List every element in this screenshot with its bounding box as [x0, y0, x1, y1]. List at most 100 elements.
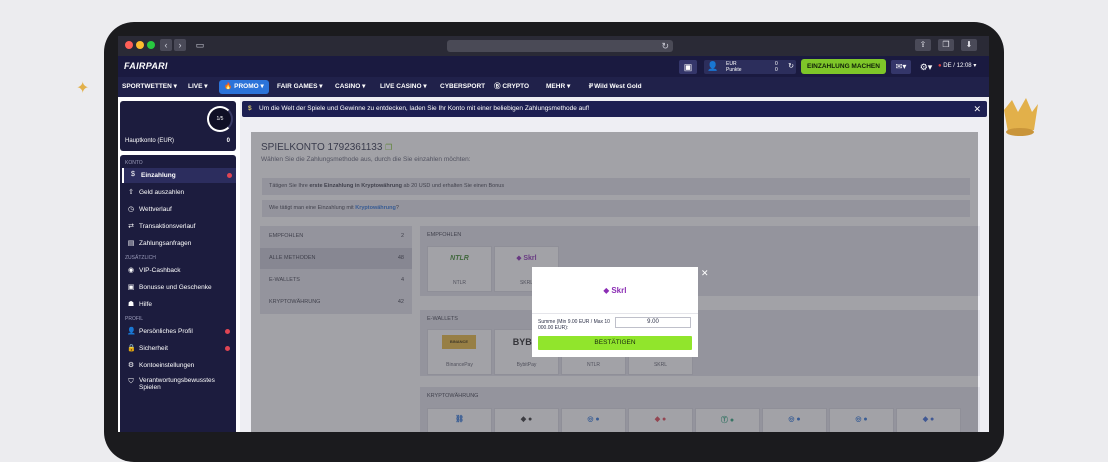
gear-icon: ⚙: [127, 362, 135, 369]
support-icon: ☗: [127, 301, 135, 308]
nav-fair-games[interactable]: FAIR GAMES ▾: [277, 77, 323, 97]
refresh-icon[interactable]: ↻: [788, 62, 794, 70]
sidebar-item-label: Kontoeinstellungen: [139, 362, 195, 369]
sidebar-section-konto: KONTO: [125, 160, 143, 166]
sidebar-item-transaktionsverlauf[interactable]: ⇄ Transaktionsverlauf: [122, 219, 234, 234]
share-icon[interactable]: ⇪: [915, 39, 931, 51]
gear-icon[interactable]: ⚙▾: [916, 60, 936, 74]
site-logo[interactable]: FAIRPARI: [124, 61, 168, 71]
download-icon[interactable]: ⬇: [961, 39, 977, 51]
sidebar-item-label: Bonusse und Geschenke: [139, 284, 212, 291]
skrl-logo: ⬥ Skrl: [603, 286, 627, 295]
sidebar-item-hilfe[interactable]: ☗ Hilfe: [122, 297, 234, 312]
main-nav: SPORTWETTEN ▾ LIVE ▾ 🔥 PROMO ▾ FAIR GAME…: [118, 77, 989, 97]
crown-decoration-icon: [1004, 98, 1038, 136]
sidebar-item-label: Sicherheit: [139, 345, 168, 352]
sidebar-item-einzahlung[interactable]: $ Einzahlung: [122, 168, 236, 183]
banner-text: Um die Welt der Spiele und Gewinne zu en…: [259, 105, 590, 112]
nav-crypto-label: CRYPTO: [502, 83, 530, 90]
nav-cybersport[interactable]: CYBERSPORT: [440, 77, 485, 97]
sidebar-item-sicherheit[interactable]: 🔒 Sicherheit: [122, 341, 234, 356]
transfer-icon: ⇄: [128, 223, 134, 230]
sidebar: KONTO $ Einzahlung ⇧ Geld auszahlen ◷ We…: [120, 155, 236, 432]
modal-divider: [532, 313, 698, 314]
language-time-selector[interactable]: ● DE / 12:08 ▾: [938, 62, 976, 69]
url-bar[interactable]: ↻: [447, 40, 673, 52]
close-icon[interactable]: ✕: [973, 101, 981, 117]
wild-west-logo-icon: ⅌: [588, 83, 593, 90]
language-time: DE / 12:08: [943, 63, 972, 69]
nav-promo[interactable]: 🔥 PROMO ▾: [219, 80, 269, 94]
upload-icon: ⇧: [128, 189, 134, 196]
lock-icon: 🔒: [127, 345, 136, 352]
close-icon[interactable]: ✕: [701, 268, 709, 279]
sparkle-decoration-icon: ✦: [76, 80, 90, 97]
bitcoin-icon: Ⓑ: [494, 83, 501, 90]
sidebar-item-vip-cashback[interactable]: ◉ VIP-Cashback: [122, 263, 234, 278]
gift-icon: ▣: [127, 284, 135, 291]
account-summary: 1/5 Hauptkonto (EUR) 0: [120, 101, 236, 151]
sidebar-item-label: VIP-Cashback: [139, 267, 181, 274]
cashback-icon: ◉: [127, 267, 135, 274]
sidebar-item-kontoeinstellungen[interactable]: ⚙ Kontoeinstellungen: [122, 358, 234, 373]
sidebar-item-label: Hilfe: [139, 301, 153, 308]
user-icon: 👤: [707, 61, 719, 71]
info-banner: $ Um die Welt der Spiele und Gewinne zu …: [242, 101, 987, 117]
confirm-button[interactable]: BESTÄTIGEN: [538, 336, 692, 350]
main-account-label: Hauptkonto (EUR): [125, 138, 175, 144]
sidebar-item-label: Wettverlauf: [139, 206, 172, 213]
sidebar-item-label: Verantwortungsbewusstes Spielen: [139, 377, 215, 391]
forward-icon[interactable]: ›: [174, 39, 186, 51]
window-minimize-dot[interactable]: [136, 41, 144, 49]
card-icon: ▤: [127, 240, 135, 247]
nav-mehr[interactable]: MEHR ▾: [546, 77, 570, 97]
amount-label: Summe (Min 9.00 EUR / Max 10 000.00 EUR)…: [538, 319, 610, 331]
nav-live-casino[interactable]: LIVE CASINO ▾: [380, 77, 427, 97]
sidebar-item-verantwortungsbewusstes-spielen[interactable]: ⛉ Verantwortungsbewusstes Spielen: [122, 375, 234, 397]
site-header: FAIRPARI ▣ 👤 EUR Punkte 0 0 ↻ EINZAHLUNG…: [118, 56, 989, 77]
reload-icon[interactable]: ↻: [661, 40, 669, 52]
sidebar-section-profil: PROFIL: [125, 316, 144, 322]
tabs-icon[interactable]: ❐: [938, 39, 954, 51]
notification-dot: [225, 329, 230, 334]
flame-icon: 🔥: [224, 83, 233, 90]
window-close-dot[interactable]: [125, 41, 133, 49]
points-label: Punkte: [726, 67, 742, 73]
nav-live[interactable]: LIVE ▾: [188, 77, 208, 97]
amount-input[interactable]: [615, 317, 691, 328]
browser-chrome: ‹ › ▭ ↻ ⇪ ❐ ⬇: [118, 36, 989, 56]
nav-sportwetten[interactable]: SPORTWETTEN ▾: [122, 77, 177, 97]
sidebar-item-bonusse[interactable]: ▣ Bonusse und Geschenke: [122, 280, 234, 295]
account-balance-widget[interactable]: 👤 EUR Punkte 0 0 ↻: [704, 60, 796, 74]
dollar-icon: $: [131, 171, 135, 178]
flag-icon: ●: [938, 63, 942, 69]
user-icon: 👤: [127, 328, 136, 335]
shield-icon: ⛉: [128, 378, 134, 385]
nav-wild-west-gold-label: Wild West Gold: [594, 83, 642, 90]
screen: ‹ › ▭ ↻ ⇪ ❐ ⬇ FAIRPARI ▣ 👤 EUR Punkte 0 …: [118, 36, 989, 432]
gift-icon[interactable]: ▣: [679, 60, 697, 74]
main-account-value: 0: [226, 138, 230, 144]
sidebar-item-label: Zahlungsanfragen: [139, 240, 192, 247]
nav-wild-west-gold[interactable]: ⅌ Wild West Gold: [588, 77, 642, 97]
back-icon[interactable]: ‹: [160, 39, 172, 51]
notification-dot: [227, 173, 232, 178]
sidebar-item-label: Persönliches Profil: [139, 328, 193, 335]
points-value: 0: [775, 67, 778, 73]
deposit-button[interactable]: EINZAHLUNG MACHEN: [801, 59, 886, 74]
mail-icon[interactable]: ✉▾: [891, 60, 911, 74]
sidebar-section-zusaetzlich: ZUSÄTZLICH: [125, 255, 156, 261]
nav-casino[interactable]: CASINO ▾: [335, 77, 365, 97]
sidebar-item-zahlungsanfragen[interactable]: ▤ Zahlungsanfragen: [122, 236, 234, 251]
nav-promo-label: PROMO ▾: [234, 83, 264, 90]
progress-ring[interactable]: 1/5: [207, 106, 233, 132]
sidebar-item-wettverlauf[interactable]: ◷ Wettverlauf: [122, 202, 234, 217]
window-maximize-dot[interactable]: [147, 41, 155, 49]
clock-icon: ◷: [127, 206, 135, 213]
sidebar-item-geld-auszahlen[interactable]: ⇧ Geld auszahlen: [122, 185, 234, 200]
sidebar-item-persoenliches-profil[interactable]: 👤 Persönliches Profil: [122, 324, 234, 339]
sidebar-item-label: Transaktionsverlauf: [139, 223, 196, 230]
skrl-logo-text: Skrl: [611, 286, 627, 295]
sidebar-toggle-icon[interactable]: ▭: [194, 39, 206, 51]
nav-crypto[interactable]: Ⓑ CRYPTO: [494, 77, 529, 97]
